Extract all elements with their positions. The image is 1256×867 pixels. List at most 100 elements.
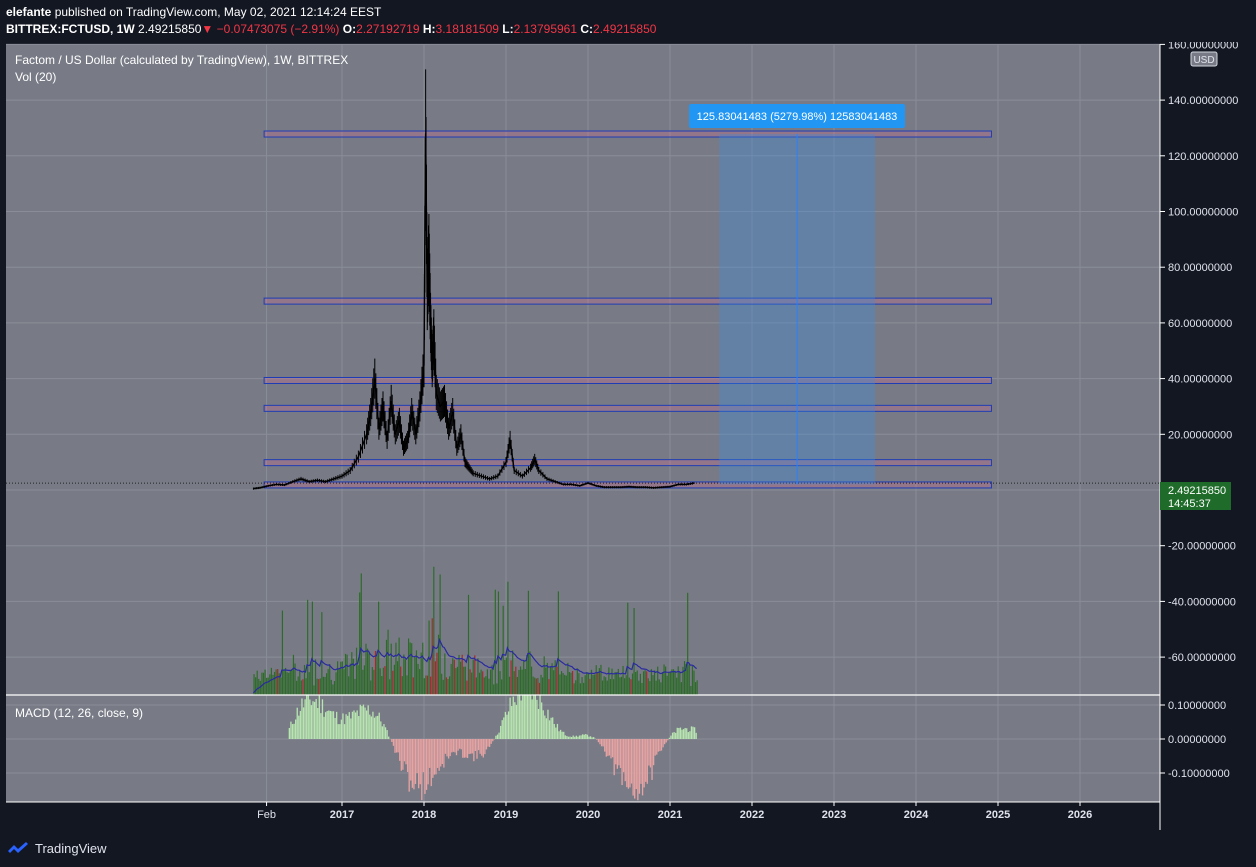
macd-bar (512, 696, 514, 739)
volume-bar (688, 664, 690, 695)
macd-bar (454, 739, 456, 753)
chart-canvas[interactable]: 125.83041483 (5279.98%) 12583041483 160.… (0, 42, 1256, 832)
volume-bar (261, 672, 263, 695)
macd-bar (682, 729, 685, 739)
volume-bar (538, 682, 541, 695)
macd-bar (482, 739, 484, 758)
volume-bar (600, 664, 602, 695)
macd-bar (421, 739, 423, 801)
volume-bar (354, 678, 356, 695)
macd-bar (608, 739, 611, 756)
macd-bar (384, 727, 387, 739)
volume-bar (273, 671, 276, 695)
volume-bar (546, 662, 548, 695)
volume-bar (527, 590, 530, 695)
volume-bar (299, 670, 301, 695)
macd-bar (487, 739, 489, 747)
macd-bar (542, 710, 544, 739)
volume-bar (671, 669, 673, 695)
last-price-tag: 2.49215850 14:45:37 (1160, 482, 1231, 510)
volume-bar (485, 676, 487, 695)
macd-bar (301, 698, 303, 739)
volume-bar (458, 654, 460, 695)
macd-bar (358, 715, 360, 739)
volume-bar (332, 684, 334, 695)
macd-bar (651, 739, 653, 780)
chart-title: Factom / US Dollar (calculated by Tradin… (15, 53, 348, 67)
volume-bar (551, 663, 553, 695)
macd-bar (383, 724, 385, 739)
volume-bar (601, 680, 604, 695)
macd-bar (578, 735, 581, 739)
volume-bar (447, 678, 449, 695)
macd-bar (378, 712, 380, 739)
macd-bar (664, 739, 666, 745)
volume-bar (431, 618, 433, 695)
volume-bar (486, 669, 489, 695)
macd-bar (449, 739, 451, 757)
macd-bar (295, 719, 297, 739)
volume-bar (409, 642, 411, 695)
macd-bar (315, 699, 317, 739)
volume-bar (381, 676, 383, 695)
macd-bar (690, 726, 693, 739)
volume-legend: Vol (20) (15, 70, 56, 84)
macd-bar (400, 739, 402, 771)
volume-bar (658, 679, 660, 695)
currency-badge[interactable]: USD (1190, 51, 1218, 67)
macd-bar (678, 727, 680, 739)
macd-bar (548, 720, 551, 739)
time-tick-label: 2017 (330, 809, 354, 821)
volume-bar (573, 683, 575, 695)
macd-bar (425, 739, 428, 790)
volume-bar (318, 679, 320, 695)
plot-area (6, 44, 1160, 802)
range-box[interactable] (263, 297, 992, 305)
volume-bar (270, 667, 272, 695)
volume-bar (639, 673, 641, 695)
volume-bar (619, 677, 621, 695)
macd-bar (665, 739, 667, 743)
volume-bar (357, 665, 359, 695)
macd-bar (582, 734, 584, 739)
volume-bar (524, 668, 526, 695)
macd-bar (640, 739, 642, 784)
macd-bar (531, 699, 533, 739)
range-box[interactable] (263, 459, 992, 467)
macd-bar (347, 715, 349, 739)
volume-bar (638, 680, 640, 695)
volume-bar (612, 679, 615, 695)
macd-bar (350, 718, 352, 739)
tradingview-footer[interactable]: TradingView (6, 840, 107, 856)
volume-bar (319, 678, 321, 695)
macd-bar (410, 739, 412, 781)
volume-bar (594, 674, 596, 695)
volume-bar (488, 678, 490, 695)
volume-bar (616, 672, 618, 695)
volume-bar (499, 671, 501, 695)
volume-bar (683, 661, 686, 695)
volume-bar (442, 679, 444, 695)
macd-bar (459, 739, 461, 749)
publisher-name[interactable]: elefante (6, 5, 51, 19)
price-tick-label: -60.00000000 (1168, 652, 1236, 664)
volume-bar (382, 667, 384, 695)
volume-bar (439, 574, 441, 695)
volume-bar (333, 681, 336, 695)
volume-bar (392, 670, 394, 695)
macd-bar (403, 739, 406, 762)
volume-bar (420, 652, 422, 695)
macd-bar (555, 727, 557, 739)
macd-bar (509, 697, 511, 739)
macd-bar (465, 739, 467, 758)
macd-bar (559, 729, 562, 739)
volume-bar (373, 669, 375, 695)
macd-bar (649, 739, 652, 768)
range-box[interactable] (263, 130, 992, 138)
macd-bar (356, 710, 358, 739)
macd-bar (290, 721, 292, 739)
macd-bar (648, 739, 650, 766)
price-tick-label: 20.00000000 (1168, 429, 1232, 441)
volume-bar (696, 680, 698, 695)
measure-tool[interactable]: 125.83041483 (5279.98%) 12583041483 (689, 104, 905, 485)
